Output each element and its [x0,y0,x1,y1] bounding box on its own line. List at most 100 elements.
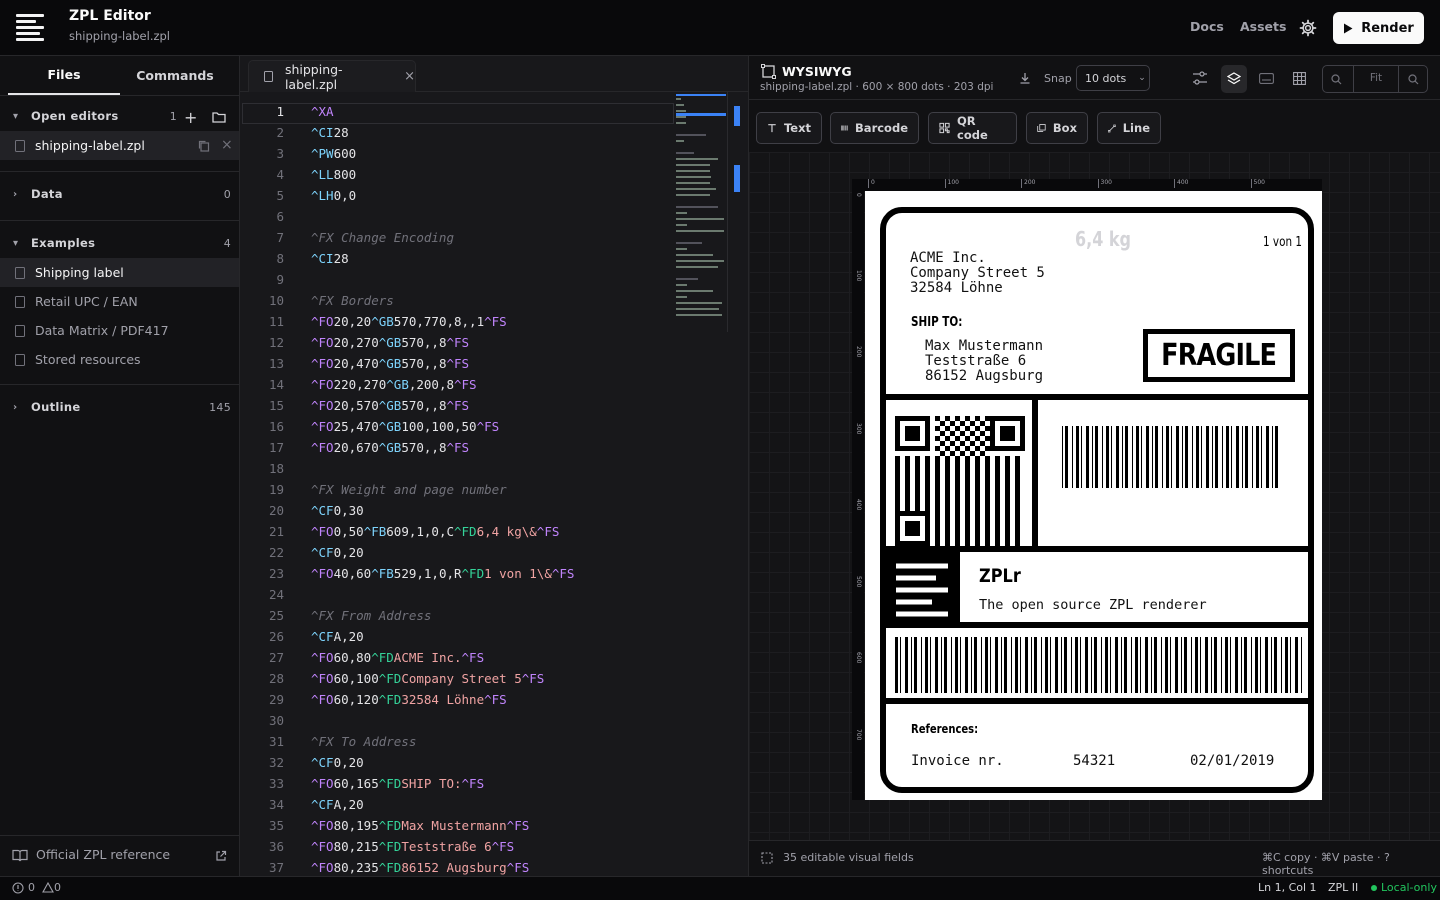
code-line[interactable]: ^FO80,195^FDMax Mustermann^FS [311,818,529,833]
label-line[interactable] [880,698,1314,704]
code-line[interactable]: ^FO20,20^GB570,770,8,,1^FS [311,314,507,329]
minimap-line [676,212,688,214]
warning-icon[interactable] [42,882,54,893]
label-references[interactable]: References: [911,721,978,736]
label-line[interactable] [1032,400,1038,546]
data-section[interactable]: › Data 0 [0,180,239,208]
outline-section[interactable]: › Outline 145 [0,393,239,421]
editor-tab[interactable]: shipping-label.zpl × [248,60,416,92]
add-box-tool[interactable]: Box [1026,112,1088,144]
code-line[interactable]: ^FX From Address [311,608,431,623]
zoom-in-icon[interactable] [1408,74,1419,85]
add-qr-tool[interactable]: QR code [928,112,1017,144]
label-ship-to[interactable]: SHIP TO: [911,315,962,330]
code-line[interactable]: ^CI28 [311,125,349,140]
minimap-line [676,104,684,106]
code-line[interactable]: ^CF0,20 [311,545,364,560]
snap-select[interactable]: 10 dots ⌄ [1076,65,1150,91]
file-icon [264,71,273,82]
code-line[interactable]: ^FO60,120^FD32584 Löhne^FS [311,692,507,707]
sliders-icon[interactable] [1192,71,1208,85]
code-line[interactable]: ^CF0,30 [311,503,364,518]
ruler-label: 0 [855,193,862,197]
label-fragile-box[interactable]: FRAGILE [1143,329,1295,382]
layers-button[interactable] [1221,65,1247,93]
language-mode[interactable]: ZPL II [1328,881,1358,894]
code-line[interactable]: ^FO20,570^GB570,,8^FS [311,398,469,413]
assets-link[interactable]: Assets [1240,19,1286,34]
code-line[interactable]: ^FO20,270^GB570,,8^FS [311,335,469,350]
label-barcode-bottom[interactable] [895,637,1310,693]
code-line[interactable]: ^FO20,670^GB570,,8^FS [311,440,469,455]
folder-icon[interactable] [212,111,226,123]
zoom-fit-button[interactable]: Fit [1354,72,1398,84]
code-line[interactable]: ^FO80,235^FD86152 Augsburg^FS [311,860,529,875]
code-line[interactable]: ^LL800 [311,167,356,182]
keyboard-icon[interactable] [1259,73,1274,84]
download-icon[interactable] [1019,72,1031,84]
label-preview[interactable]: 6,4 kg 1 von 1 ACME Inc. Company Street … [865,191,1322,800]
label-from-address[interactable]: ACME Inc. Company Street 5 32584 Löhne [910,251,1045,296]
add-barcode-tool[interactable]: Barcode [830,112,919,144]
code-line[interactable]: ^FO60,165^FDSHIP TO:^FS [311,776,484,791]
code-line[interactable]: ^FO25,470^GB100,100,50^FS [311,419,499,434]
code-line[interactable]: ^FO220,270^GB,200,8^FS [311,377,477,392]
code-line[interactable]: ^FX Weight and page number [311,482,507,497]
code-line[interactable]: ^FO60,100^FDCompany Street 5^FS [311,671,544,686]
line-number: 27 [268,650,284,665]
code-line[interactable]: ^FO60,80^FDACME Inc.^FS [311,650,484,665]
external-link-icon[interactable] [215,850,227,862]
code-line[interactable]: ^LH0,0 [311,188,356,203]
code-line[interactable]: ^FX To Address [311,734,416,749]
code-line[interactable]: ^FO40,60^FB529,1,0,R^FD1 von 1\&^FS [311,566,574,581]
docs-link[interactable]: Docs [1190,19,1224,34]
code-line[interactable]: ^FO80,215^FDTeststraße 6^FS [311,839,514,854]
code-line[interactable]: ^FO20,470^GB570,,8^FS [311,356,469,371]
label-logo-box[interactable] [884,552,960,628]
examples-section[interactable]: ▾ Examples 4 [0,229,239,257]
label-date[interactable]: 02/01/2019 [1190,753,1274,769]
grid-icon[interactable] [1293,72,1306,85]
zpl-reference-link[interactable]: Official ZPL reference [36,847,170,862]
example-item-retail-upc[interactable]: Retail UPC / EAN [0,287,239,316]
example-item-stored-resources[interactable]: Stored resources [0,345,239,374]
status-bar [0,876,1440,900]
copy-icon[interactable] [198,140,210,152]
code-line[interactable]: ^FX Borders [311,293,394,308]
minimap[interactable] [672,92,748,876]
new-file-icon[interactable]: + [184,108,197,127]
code-line[interactable]: ^CFA,20 [311,629,364,644]
label-invoice-number[interactable]: 54321 [1073,753,1115,769]
zoom-out-icon[interactable] [1331,74,1342,85]
label-invoice[interactable]: Invoice nr. [911,753,1004,769]
code-line[interactable]: ^PW600 [311,146,356,161]
label-barcode-top[interactable] [1062,426,1282,490]
label-to-address[interactable]: Max Mustermann Teststraße 6 86152 Augsbu… [925,339,1043,384]
tab-commands[interactable]: Commands [120,55,230,95]
add-line-tool[interactable]: Line [1097,112,1161,144]
cursor-position[interactable]: Ln 1, Col 1 [1258,881,1317,894]
code-line[interactable]: ^CF0,20 [311,755,364,770]
render-button[interactable]: Render [1333,12,1424,44]
settings-gear-icon[interactable] [1299,19,1317,37]
code-line[interactable]: ^CI28 [311,251,349,266]
code-line[interactable]: ^CFA,20 [311,797,364,812]
add-text-tool[interactable]: Text [756,112,822,144]
close-editor-icon[interactable]: × [221,137,233,153]
label-tagline[interactable]: The open source ZPL renderer [979,597,1207,613]
label-page[interactable]: 1 von 1 [1263,235,1302,250]
label-qr-code[interactable] [895,416,1025,546]
label-weight[interactable]: 6,4 kg [1075,227,1131,251]
code-line[interactable]: ^XA [311,104,334,119]
example-item-shipping-label[interactable]: Shipping label [0,258,239,287]
label-brand[interactable]: ZPLr [979,565,1021,587]
error-icon[interactable] [12,882,24,894]
code-line[interactable]: ^FO0,50^FB609,1,0,C^FD6,4 kg\&^FS [311,524,559,539]
tab-files[interactable]: Files [8,55,120,95]
code-line[interactable]: ^FX Change Encoding [311,230,454,245]
open-editors-section[interactable]: ▾ Open editors 1 [0,102,239,130]
example-item-data-matrix[interactable]: Data Matrix / PDF417 [0,316,239,345]
label-line[interactable] [880,394,1314,400]
close-tab-icon[interactable]: × [404,69,415,84]
snap-value: 10 dots [1085,71,1127,85]
